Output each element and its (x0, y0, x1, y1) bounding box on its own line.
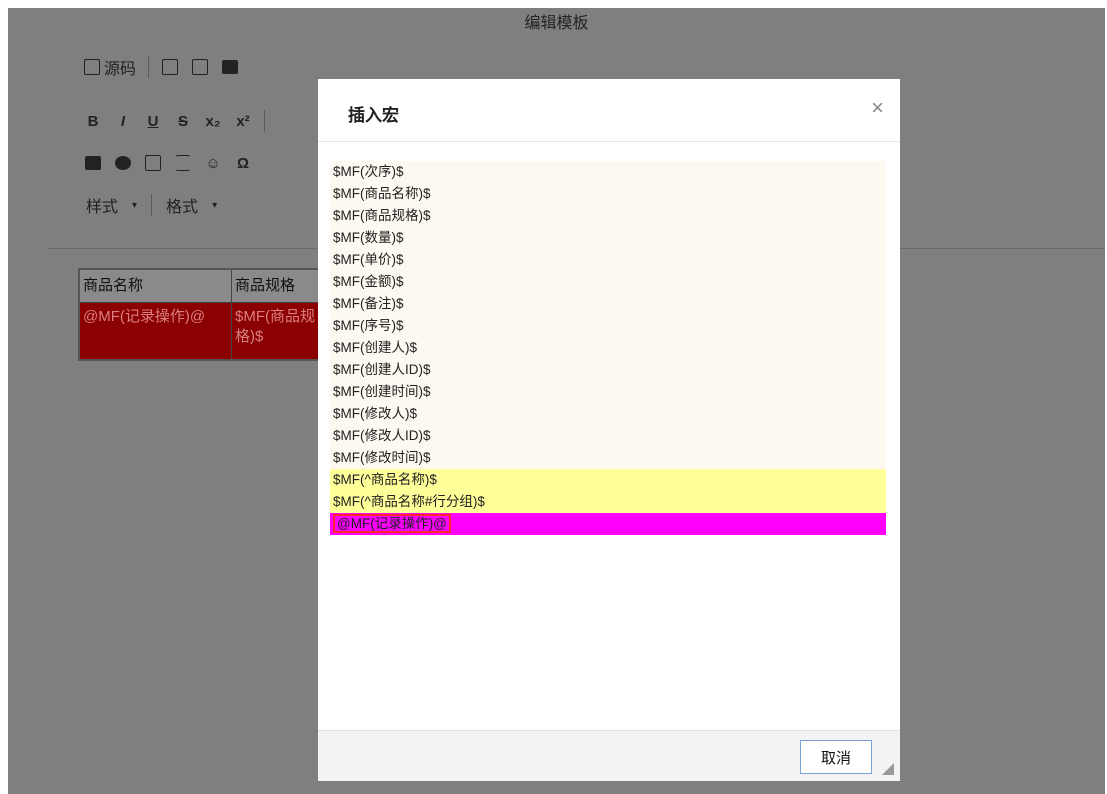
window-title: 编辑模板 (524, 15, 589, 32)
table-cell[interactable]: @MF(记录操作)@ (78, 302, 232, 361)
preview-icon (192, 59, 209, 75)
table-header-cell[interactable]: 商品规格 (231, 268, 330, 303)
macro-item[interactable]: $MF(修改人)$ (330, 403, 886, 425)
macro-item[interactable]: $MF(序号)$ (330, 315, 886, 337)
macro-item-label: $MF(数量)$ (333, 230, 404, 245)
insert-macro-dialog: 插入宏 × $MF(次序)$ $MF(商品名称)$ $MF(商品规格)$ $MF(数量… (318, 79, 900, 781)
macro-item-label: $MF(创建人ID)$ (333, 362, 431, 377)
underline-button[interactable]: U (138, 108, 168, 134)
macro-item[interactable]: @MF(记录操作)@ (330, 513, 886, 535)
source-icon (84, 59, 100, 75)
macro-item-label: $MF(金额)$ (333, 274, 404, 289)
macro-item-label: $MF(^商品名称#行分组)$ (333, 494, 485, 509)
page-icon (162, 59, 179, 75)
toolbar-row-2: B I U S x₂ x² (78, 106, 271, 136)
subscript-button[interactable]: x₂ (198, 108, 228, 134)
close-icon[interactable]: × (871, 95, 884, 121)
source-button[interactable]: 源码 (78, 54, 142, 80)
horizontal-rule-icon (176, 155, 190, 171)
chevron-down-icon: ▾ (212, 199, 218, 211)
toolbar-row-4: 样式 ▾ 格式 ▾ (78, 190, 225, 220)
italic-button[interactable]: I (108, 108, 138, 134)
macro-item-label: $MF(创建人)$ (333, 340, 417, 355)
macro-item-label: $MF(创建时间)$ (333, 384, 431, 399)
macro-item-label: $MF(次序)$ (333, 164, 404, 179)
source-label: 源码 (104, 61, 137, 78)
special-char-button[interactable]: Ω (228, 150, 258, 176)
macro-item[interactable]: $MF(^商品名称#行分组)$ (330, 491, 886, 513)
image-button[interactable] (78, 150, 108, 176)
macro-item[interactable]: $MF(商品名称)$ (330, 183, 886, 205)
toolbar-separator (264, 110, 265, 132)
macro-item-label: $MF(^商品名称)$ (333, 472, 437, 487)
macro-item[interactable]: $MF(创建人)$ (330, 337, 886, 359)
macro-item-label: $MF(商品规格)$ (333, 208, 431, 223)
left-edge (8, 40, 48, 794)
new-page-button[interactable] (155, 54, 185, 80)
macro-item-label: $MF(商品名称)$ (333, 186, 431, 201)
style-label: 样式 (86, 199, 119, 216)
macro-item[interactable]: $MF(单价)$ (330, 249, 886, 271)
macro-item[interactable]: $MF(备注)$ (330, 293, 886, 315)
macro-item[interactable]: $MF(创建时间)$ (330, 381, 886, 403)
toolbar-separator (151, 194, 153, 216)
hr-button[interactable] (168, 150, 198, 176)
print-icon (222, 60, 239, 74)
cancel-button[interactable]: 取消 (800, 740, 872, 774)
macro-item[interactable]: $MF(金额)$ (330, 271, 886, 293)
content-table: 商品名称 商品规格 @MF(记录操作)@ $MF(商品规格)$ (78, 268, 330, 361)
bold-button[interactable]: B (78, 108, 108, 134)
macro-item-label: $MF(修改时间)$ (333, 450, 431, 465)
smiley-button[interactable]: ☺ (198, 150, 228, 176)
table-cell[interactable]: $MF(商品规格)$ (231, 302, 330, 361)
chevron-down-icon: ▾ (132, 199, 138, 211)
table-icon (145, 155, 161, 171)
flash-icon (115, 156, 131, 170)
dialog-footer: 取消 (318, 730, 900, 781)
table-header-cell[interactable]: 商品名称 (78, 268, 232, 303)
macro-item[interactable]: $MF(创建人ID)$ (330, 359, 886, 381)
dialog-header: 插入宏 × (318, 79, 900, 142)
macro-item[interactable]: $MF(修改时间)$ (330, 447, 886, 469)
macro-item[interactable]: $MF(^商品名称)$ (330, 469, 886, 491)
macro-item-label: $MF(序号)$ (333, 318, 404, 333)
resize-handle-icon[interactable] (882, 763, 894, 775)
toolbar-row-1: 源码 (78, 52, 245, 82)
style-dropdown[interactable]: 样式 ▾ (78, 192, 145, 218)
table-row: @MF(记录操作)@ $MF(商品规格)$ (78, 302, 330, 361)
macro-item[interactable]: $MF(修改人ID)$ (330, 425, 886, 447)
preview-button[interactable] (185, 54, 215, 80)
toolbar-row-3: ☺ Ω (78, 148, 258, 178)
macro-item[interactable]: $MF(商品规格)$ (330, 205, 886, 227)
macro-item-label: $MF(修改人ID)$ (333, 428, 431, 443)
macro-list: $MF(次序)$ $MF(商品名称)$ $MF(商品规格)$ $MF(数量)$ $MF(… (330, 161, 886, 535)
table-button[interactable] (138, 150, 168, 176)
macro-item-label: @MF(记录操作)@ (333, 514, 451, 533)
format-label: 格式 (166, 199, 199, 216)
strike-button[interactable]: S (168, 108, 198, 134)
dialog-title: 插入宏 (348, 106, 399, 125)
image-icon (85, 156, 101, 170)
flash-button[interactable] (108, 150, 138, 176)
macro-item-label: $MF(备注)$ (333, 296, 404, 311)
macro-item[interactable]: $MF(次序)$ (330, 161, 886, 183)
format-dropdown[interactable]: 格式 ▾ (158, 192, 225, 218)
macro-item-label: $MF(修改人)$ (333, 406, 417, 421)
macro-item[interactable]: $MF(数量)$ (330, 227, 886, 249)
macro-item-label: $MF(单价)$ (333, 252, 404, 267)
toolbar-separator (148, 56, 150, 78)
table-header-row: 商品名称 商品规格 (78, 268, 330, 303)
print-button[interactable] (215, 54, 245, 80)
superscript-button[interactable]: x² (228, 108, 258, 134)
